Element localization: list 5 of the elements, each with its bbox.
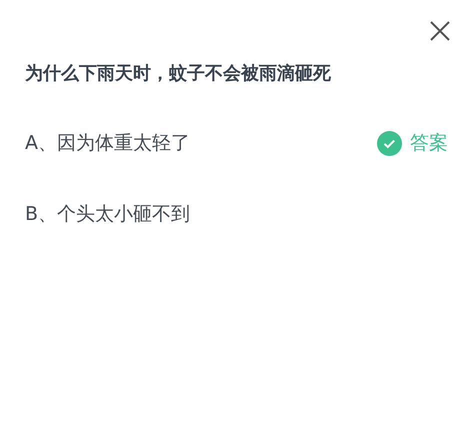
question-text: 为什么下雨天时，蚊子不会被雨滴砸死 bbox=[25, 62, 331, 86]
answer-option[interactable]: B、个头太小砸不到 bbox=[25, 200, 190, 229]
check-icon bbox=[377, 131, 402, 156]
answer-label: 答案 bbox=[410, 131, 448, 156]
answer-option[interactable]: A、因为体重太轻了 bbox=[25, 129, 190, 158]
